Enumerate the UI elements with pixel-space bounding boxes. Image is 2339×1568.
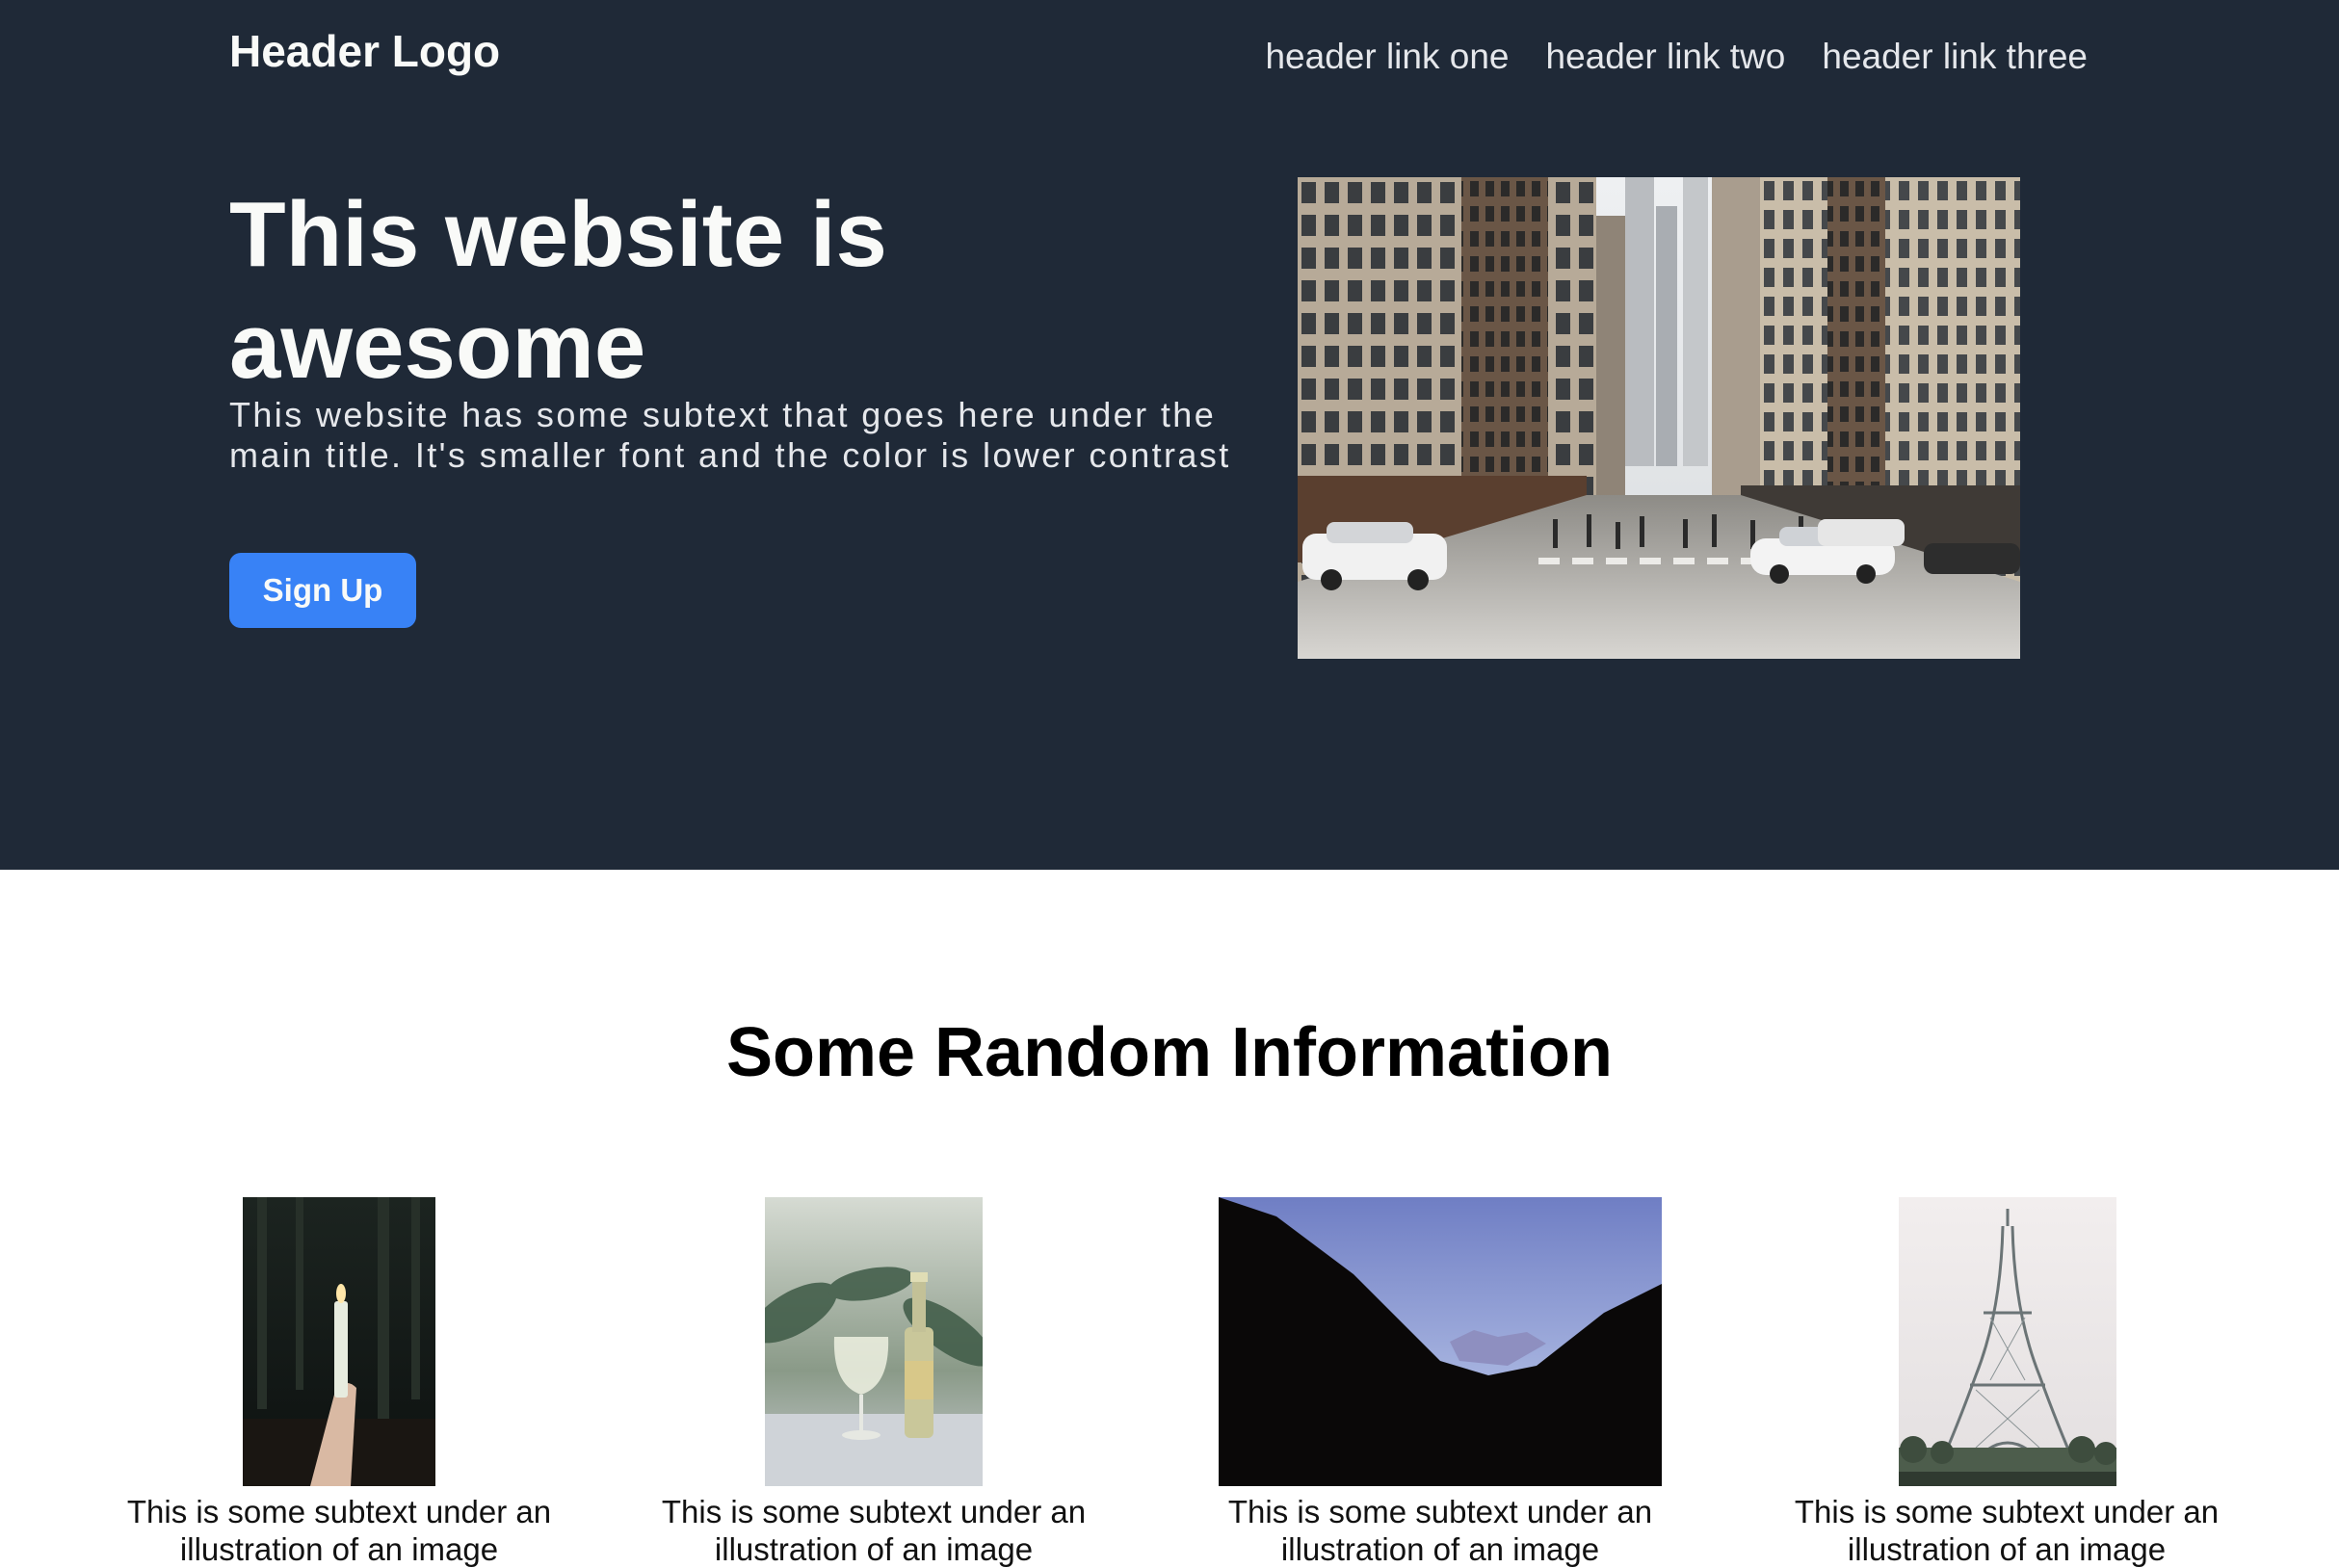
card-caption: This is some subtext under an illustrati…	[1227, 1494, 1653, 1567]
header-nav: header link one header link two header l…	[1265, 37, 2088, 77]
sign-up-button[interactable]: Sign Up	[229, 553, 416, 628]
hero-title: This website is awesome	[229, 183, 887, 398]
header-logo[interactable]: Header Logo	[229, 25, 500, 77]
eiffel-tower-image	[1899, 1197, 2116, 1486]
header-link-one[interactable]: header link one	[1265, 37, 1509, 77]
header-link-three[interactable]: header link three	[1822, 37, 2088, 77]
candle-image	[243, 1197, 435, 1486]
hero-image	[1298, 177, 2020, 659]
hero-section: Header Logo header link one header link …	[0, 0, 2339, 870]
card-caption: This is some subtext under an illustrati…	[661, 1494, 1087, 1567]
card-caption: This is some subtext under an illustrati…	[1794, 1494, 2220, 1567]
hero-subtitle: This website has some subtext that goes …	[229, 395, 1231, 475]
header-link-two[interactable]: header link two	[1546, 37, 1786, 77]
card-caption: This is some subtext under an illustrati…	[126, 1494, 552, 1567]
info-section-title: Some Random Information	[725, 1014, 1614, 1091]
wine-image	[765, 1197, 983, 1486]
mountain-image	[1219, 1197, 1662, 1486]
